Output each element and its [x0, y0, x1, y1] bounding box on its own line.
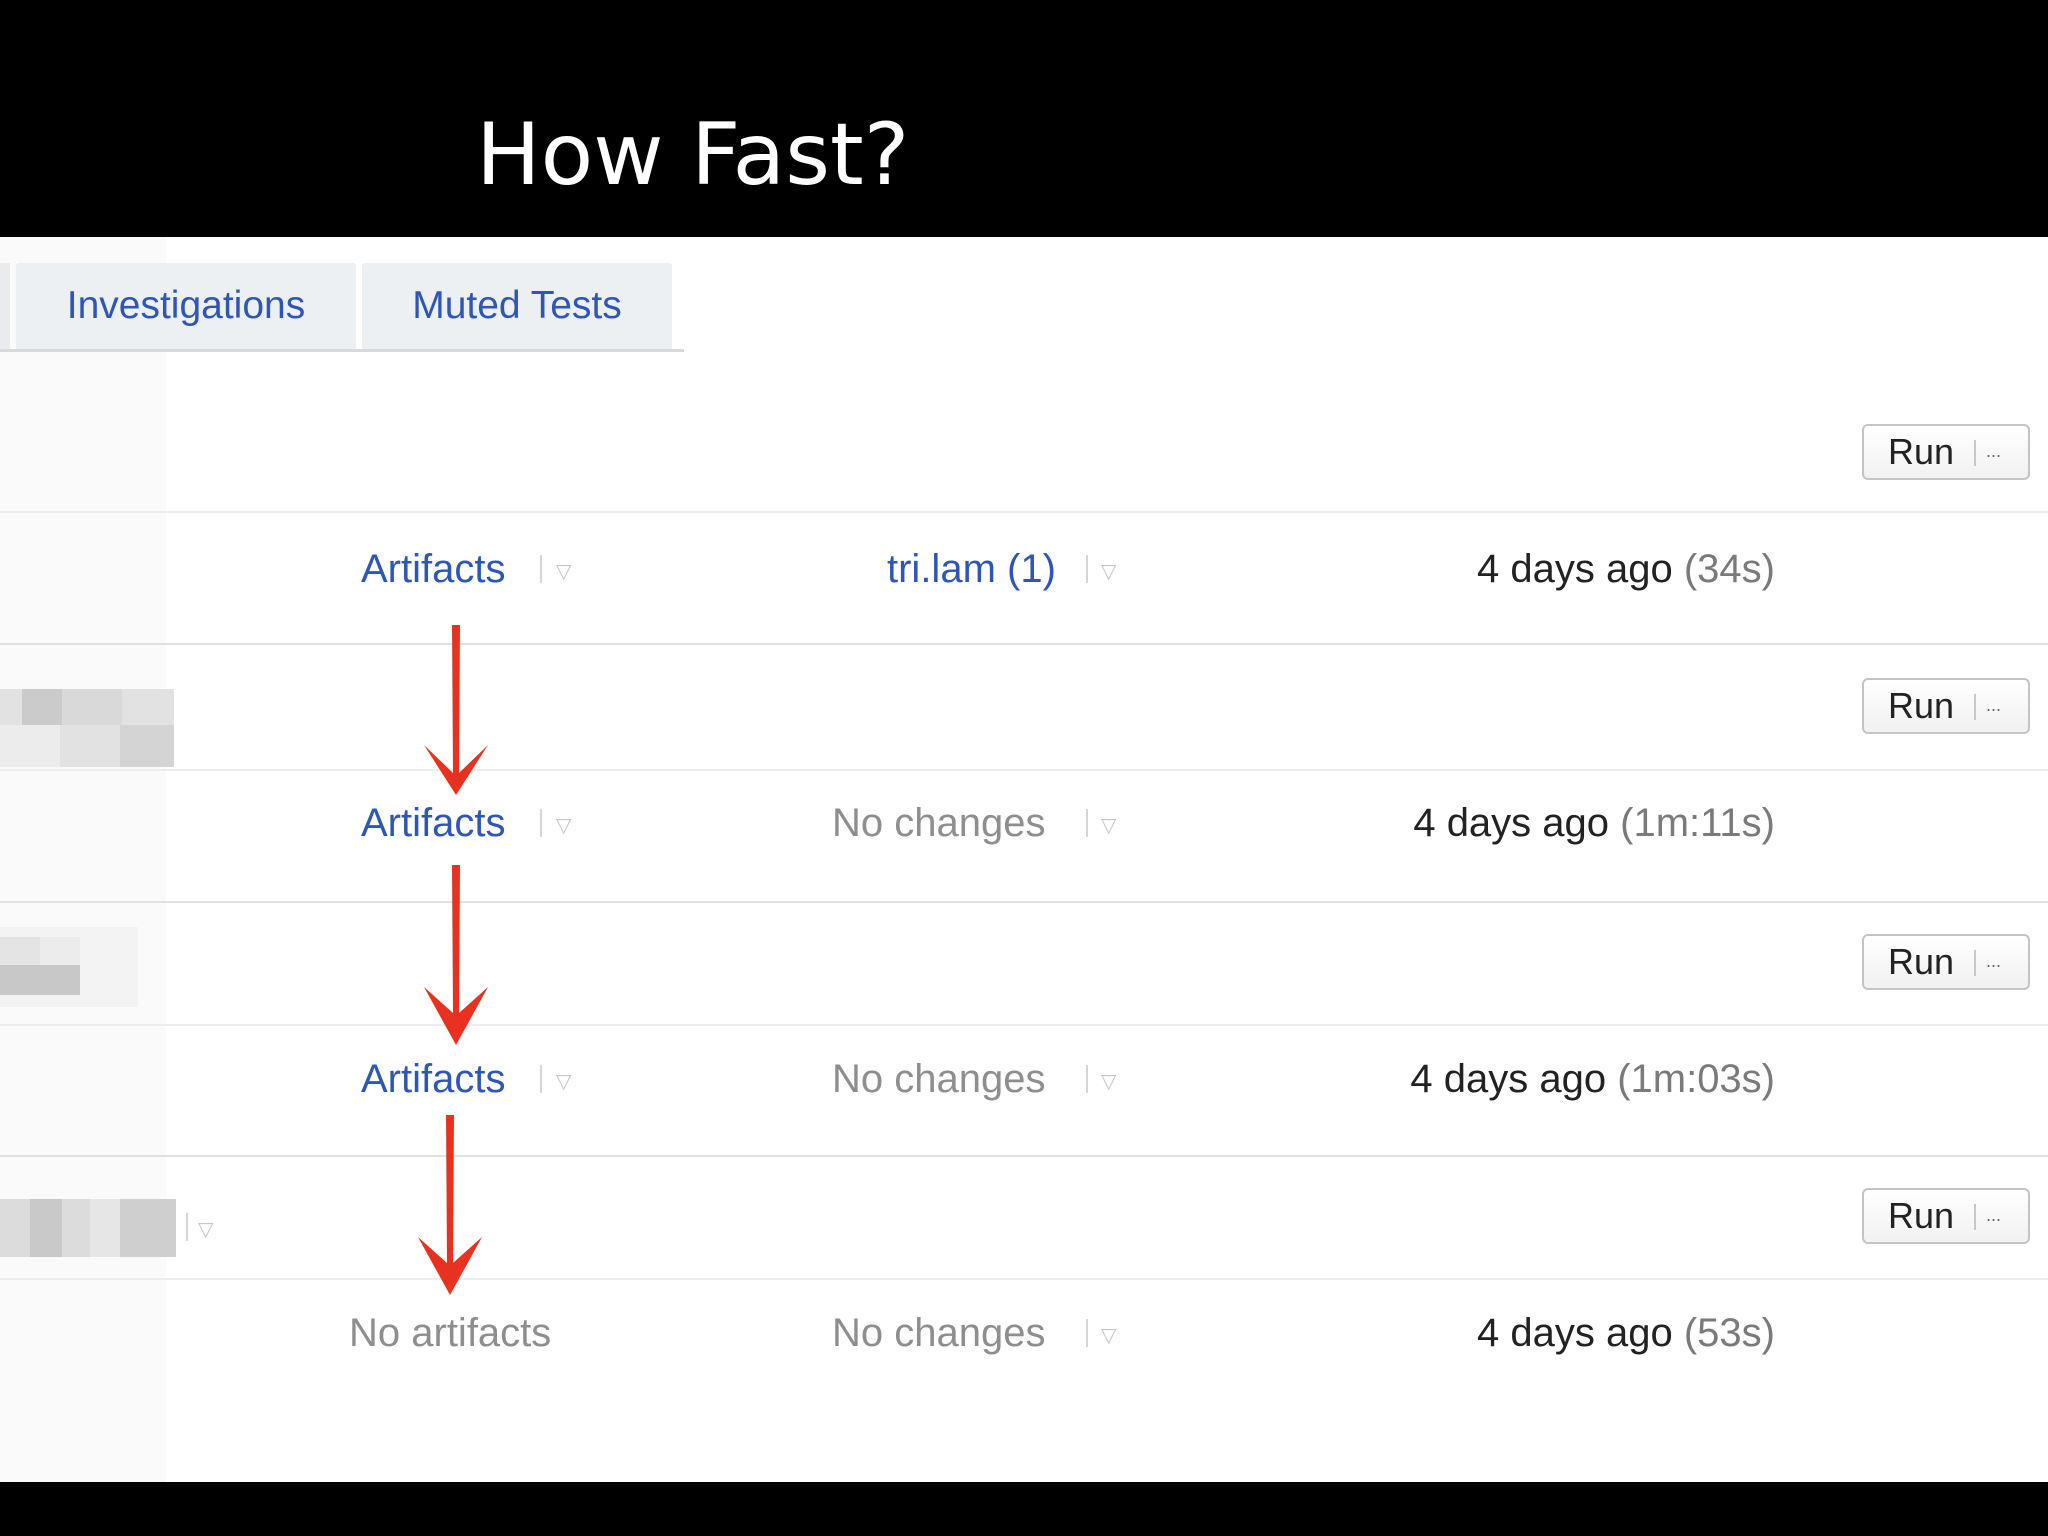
run-more-icon[interactable]: ... — [1986, 1200, 2001, 1230]
dropdown-divider — [540, 809, 542, 837]
build-time: 4 days ago (34s) — [1477, 545, 1775, 593]
build-time-ago: 4 days ago — [1410, 1057, 1607, 1101]
build-time-ago: 4 days ago — [1477, 547, 1673, 591]
dropdown-divider — [1086, 1065, 1088, 1093]
down-arrow-annotation — [424, 865, 488, 1045]
tab-underline — [0, 349, 684, 352]
build-time-ago: 4 days ago — [1477, 1311, 1673, 1355]
run-button[interactable]: Run ... — [1862, 678, 2030, 734]
build-duration: (1m:11s) — [1620, 801, 1775, 845]
changes-label: No changes — [832, 801, 1046, 845]
row-divider — [0, 769, 2048, 771]
changes-label: No changes — [832, 1311, 1046, 1355]
run-button-divider — [1974, 950, 1976, 976]
build-time: 4 days ago (53s) — [1477, 1309, 1775, 1357]
build-duration: (34s) — [1683, 547, 1775, 591]
run-button[interactable]: Run ... — [1862, 424, 2030, 480]
tab-partial-edge[interactable] — [0, 263, 10, 349]
section-divider — [0, 643, 2048, 645]
slide-title: How Fast? — [476, 105, 910, 205]
build-time-ago: 4 days ago — [1413, 801, 1610, 845]
dropdown-divider — [1086, 809, 1088, 837]
title-band: How Fast? — [0, 0, 2048, 237]
dropdown-caret-icon[interactable]: ▽ — [556, 813, 571, 837]
run-button-divider — [1974, 1204, 1976, 1230]
run-button-label: Run — [1888, 1195, 1955, 1236]
dropdown-caret-icon[interactable]: ▽ — [556, 559, 571, 583]
row-divider — [0, 511, 2048, 513]
section-divider — [0, 1155, 2048, 1157]
dropdown-caret-icon[interactable]: ▽ — [1101, 559, 1116, 583]
run-button[interactable]: Run ... — [1862, 1188, 2030, 1244]
run-more-icon[interactable]: ... — [1986, 946, 2001, 976]
dropdown-divider — [186, 1213, 188, 1241]
dropdown-caret-icon[interactable]: ▽ — [556, 1069, 571, 1093]
section-divider — [0, 901, 2048, 903]
run-button-label: Run — [1888, 685, 1955, 726]
dropdown-caret-icon[interactable]: ▽ — [198, 1217, 213, 1241]
dropdown-divider — [540, 1065, 542, 1093]
dropdown-divider — [1086, 1319, 1088, 1347]
run-button-label: Run — [1888, 431, 1955, 472]
build-time: 4 days ago (1m:11s) — [1413, 799, 1775, 847]
changes-label: No changes — [832, 1057, 1046, 1101]
changes-link[interactable]: tri.lam (1) — [887, 545, 1056, 593]
run-button[interactable]: Run ... — [1862, 934, 2030, 990]
redacted-build-name — [0, 1199, 176, 1257]
run-button-label: Run — [1888, 941, 1955, 982]
row-divider — [0, 1024, 2048, 1026]
tab-investigations[interactable]: Investigations — [16, 263, 356, 349]
build-duration: (1m:03s) — [1617, 1057, 1775, 1101]
redacted-build-name — [0, 689, 174, 767]
down-arrow-annotation — [418, 1115, 482, 1295]
dropdown-divider — [1086, 555, 1088, 583]
run-button-divider — [1974, 694, 1976, 720]
bottom-band — [0, 1482, 2048, 1536]
dropdown-caret-icon[interactable]: ▽ — [1101, 1323, 1116, 1347]
dropdown-caret-icon[interactable]: ▽ — [1101, 813, 1116, 837]
run-more-icon[interactable]: ... — [1986, 436, 2001, 466]
redacted-build-name — [0, 927, 138, 1007]
teamcity-screenshot: Investigations Muted Tests Run ... Artif… — [0, 237, 2048, 1482]
dropdown-divider — [540, 555, 542, 583]
build-duration: (53s) — [1683, 1311, 1775, 1355]
build-time: 4 days ago (1m:03s) — [1410, 1055, 1775, 1103]
run-more-icon[interactable]: ... — [1986, 690, 2001, 720]
run-button-divider — [1974, 440, 1976, 466]
artifacts-link[interactable]: Artifacts — [361, 545, 505, 593]
row-divider — [0, 1278, 2048, 1280]
dropdown-caret-icon[interactable]: ▽ — [1101, 1069, 1116, 1093]
left-panel-shade — [0, 237, 166, 1482]
tab-muted-tests[interactable]: Muted Tests — [362, 263, 672, 349]
